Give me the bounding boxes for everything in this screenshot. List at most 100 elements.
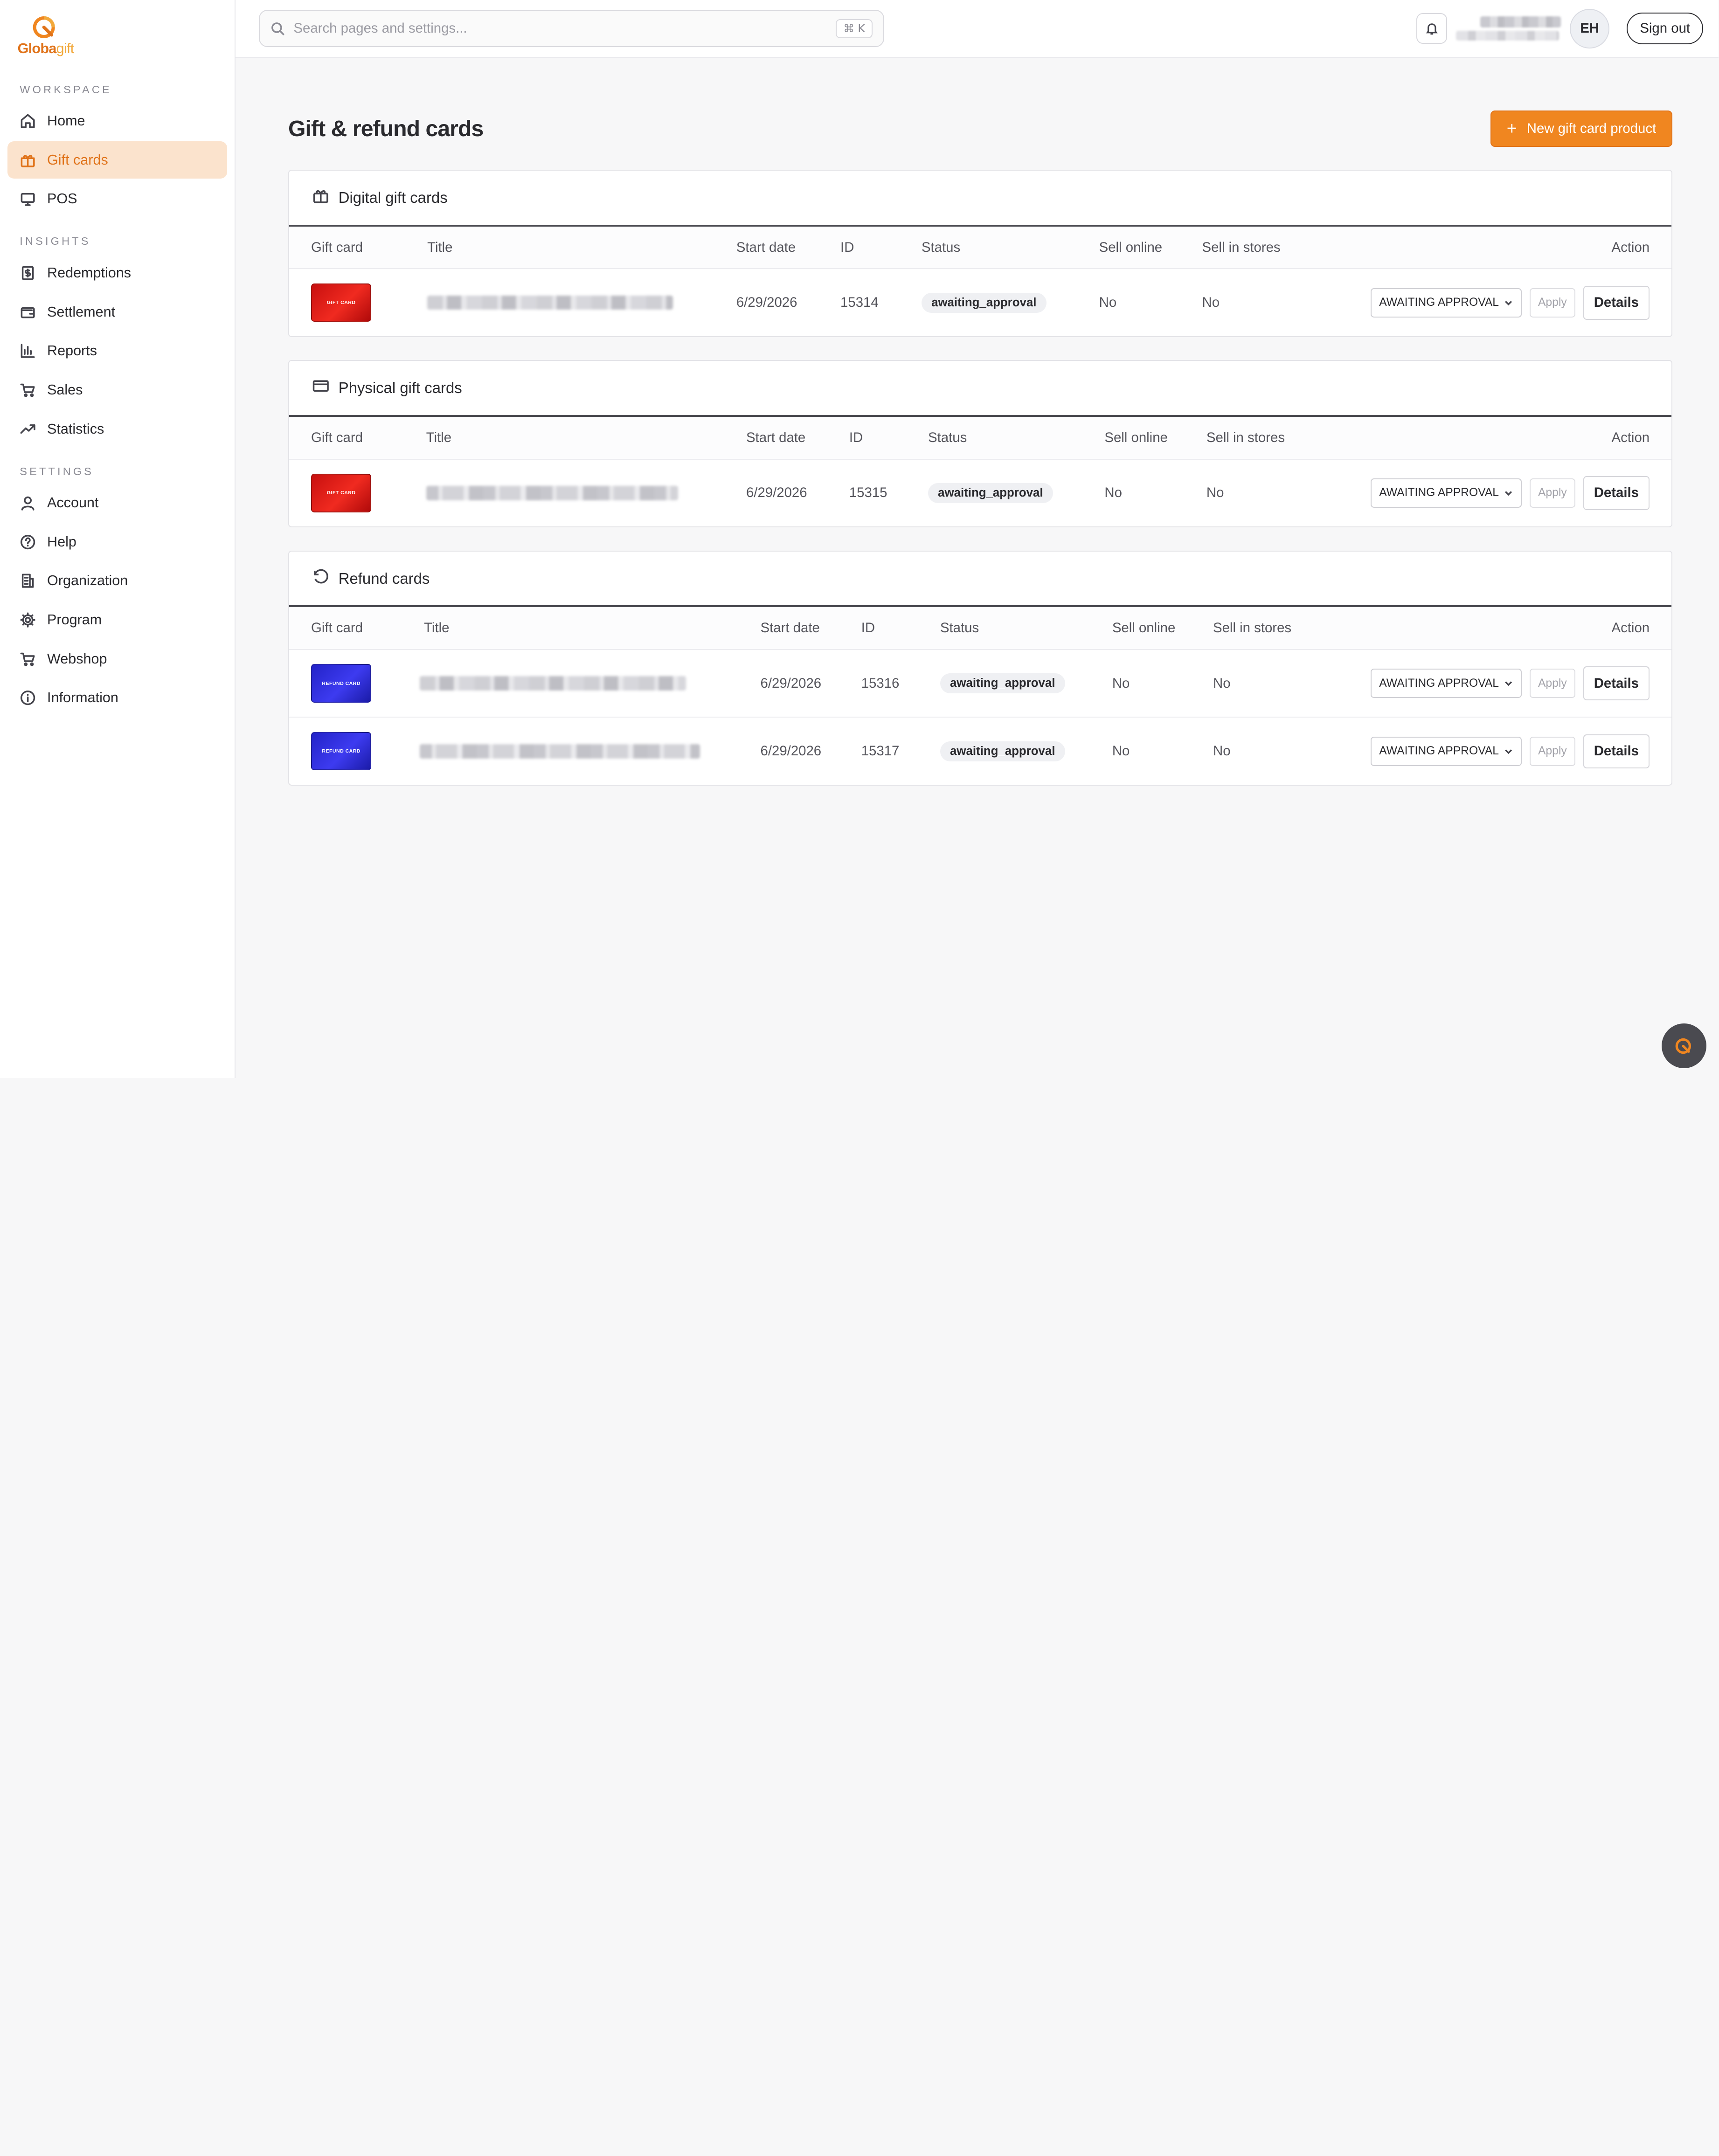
sidebar-item-label: Statistics: [47, 421, 104, 437]
refund-cards-panel: Refund cards Gift card Title Start date …: [288, 550, 1673, 786]
sidebar-item-account[interactable]: Account: [7, 484, 227, 522]
sidebar-item-statistics[interactable]: Statistics: [7, 410, 227, 448]
table-header: Gift card Title Start date ID Status Sel…: [289, 607, 1672, 649]
sign-out-button[interactable]: Sign out: [1627, 13, 1703, 45]
button-label: New gift card product: [1526, 121, 1657, 137]
col-gift-card: Gift card: [311, 429, 363, 445]
col-sell-in-stores: Sell in stores: [1213, 620, 1292, 636]
notifications-button[interactable]: [1416, 13, 1448, 44]
content: Gift & refund cards + New gift card prod…: [236, 58, 1719, 1078]
details-button[interactable]: Details: [1583, 476, 1650, 510]
col-id: ID: [861, 620, 875, 636]
details-button[interactable]: Details: [1583, 734, 1650, 768]
sidebar-item-reports[interactable]: Reports: [7, 332, 227, 370]
search-input[interactable]: [293, 21, 836, 37]
sidebar-item-redemptions[interactable]: Redemptions: [7, 255, 227, 292]
table-row: REFUND CARD 6/29/2026 15317 awaiting_app…: [289, 717, 1672, 785]
brand-name: Globagift: [17, 41, 75, 57]
col-title: Title: [427, 239, 453, 255]
col-start-date: Start date: [736, 239, 796, 255]
col-id: ID: [840, 239, 854, 255]
cart-icon: [20, 383, 35, 397]
col-sell-online: Sell online: [1104, 429, 1168, 445]
refund-card-thumbnail[interactable]: REFUND CARD: [311, 664, 372, 703]
redacted-title: [426, 486, 679, 500]
page-title: Gift & refund cards: [288, 116, 484, 142]
sidebar-item-label: Organization: [47, 573, 128, 589]
col-status: Status: [928, 429, 967, 445]
sidebar-item-information[interactable]: Information: [7, 679, 227, 717]
card-id: 15317: [861, 743, 900, 759]
rotate-ccw-icon: [314, 569, 329, 584]
details-button[interactable]: Details: [1583, 285, 1650, 320]
gift-card-thumbnail[interactable]: GIFT CARD: [311, 283, 372, 322]
status-badge: awaiting_approval: [928, 483, 1053, 503]
physical-gift-cards-panel: Physical gift cards Gift card Title Star…: [288, 360, 1673, 528]
sidebar-section-workspace: WORKSPACE: [20, 83, 112, 96]
status-select-value: AWAITING APPROVAL: [1379, 296, 1499, 309]
brand-logo[interactable]: Globagift: [7, 0, 227, 66]
status-select[interactable]: AWAITING APPROVAL: [1370, 288, 1522, 318]
row-actions: AWAITING APPROVAL Apply Details: [1370, 285, 1650, 320]
card-id: 15315: [849, 485, 887, 501]
home-icon: [21, 114, 35, 128]
sidebar-item-sales[interactable]: Sales: [7, 371, 227, 408]
topbar: ⌘ K EH Sign out: [236, 0, 1719, 58]
start-date: 6/29/2026: [736, 295, 797, 311]
sidebar-item-webshop[interactable]: Webshop: [7, 640, 227, 677]
sidebar: Globagift WORKSPACE Home Gift cards POS …: [0, 0, 236, 1078]
row-actions: AWAITING APPROVAL Apply Details: [1370, 666, 1650, 700]
sidebar-item-program[interactable]: Program: [7, 601, 227, 639]
sell-in-stores-value: No: [1202, 295, 1220, 311]
apply-button[interactable]: Apply: [1529, 668, 1576, 698]
status-select[interactable]: AWAITING APPROVAL: [1370, 478, 1522, 508]
trend-up-icon: [20, 424, 35, 434]
credit-card-icon: [313, 380, 329, 392]
sidebar-item-label: Sales: [47, 381, 83, 398]
apply-button[interactable]: Apply: [1529, 288, 1576, 318]
status-badge: awaiting_approval: [940, 741, 1065, 761]
details-button[interactable]: Details: [1583, 666, 1650, 700]
gift-icon: [21, 155, 35, 167]
app-shell: Globagift WORKSPACE Home Gift cards POS …: [0, 0, 1719, 1078]
chevron-down-icon: [1504, 749, 1512, 754]
support-chat-button[interactable]: [1661, 1023, 1706, 1069]
sidebar-item-settlement[interactable]: Settlement: [7, 293, 227, 331]
sidebar-item-organization[interactable]: Organization: [7, 562, 227, 600]
status-select[interactable]: AWAITING APPROVAL: [1370, 668, 1522, 698]
bar-chart-icon: [21, 344, 35, 358]
new-gift-card-product-button[interactable]: + New gift card product: [1490, 111, 1673, 147]
chevron-down-icon: [1504, 491, 1512, 496]
apply-button[interactable]: Apply: [1529, 478, 1576, 508]
sidebar-section-insights: INSIGHTS: [20, 235, 91, 248]
sidebar-item-pos[interactable]: POS: [7, 180, 227, 218]
status-select[interactable]: AWAITING APPROVAL: [1370, 736, 1522, 766]
sell-in-stores-value: No: [1213, 743, 1231, 759]
start-date: 6/29/2026: [760, 743, 822, 759]
gift-card-thumbnail[interactable]: GIFT CARD: [311, 474, 372, 512]
chevron-down-icon: [1504, 300, 1512, 305]
sell-online-value: No: [1099, 295, 1117, 311]
sidebar-item-gift-cards[interactable]: Gift cards: [7, 141, 227, 179]
apply-button[interactable]: Apply: [1529, 736, 1576, 766]
col-title: Title: [424, 620, 450, 636]
page-header: Gift & refund cards + New gift card prod…: [288, 111, 1673, 147]
sidebar-item-label: Information: [47, 690, 118, 706]
digital-gift-cards-panel: Digital gift cards Gift card Title Start…: [288, 170, 1673, 338]
gear-icon: [20, 612, 35, 628]
chevron-down-icon: [1504, 681, 1512, 686]
col-action: Action: [1611, 239, 1650, 255]
avatar[interactable]: EH: [1570, 8, 1609, 48]
col-id: ID: [849, 429, 863, 445]
col-start-date: Start date: [746, 429, 806, 445]
refund-card-thumbnail[interactable]: REFUND CARD: [311, 732, 372, 771]
table-row: GIFT CARD 6/29/2026 15314 awaiting_appro…: [289, 268, 1672, 336]
search-box[interactable]: ⌘ K: [258, 10, 885, 48]
wallet-icon: [21, 307, 35, 318]
sidebar-item-home[interactable]: Home: [7, 103, 227, 140]
start-date: 6/29/2026: [746, 485, 807, 501]
col-sell-in-stores: Sell in stores: [1206, 429, 1285, 445]
panel-header: Digital gift cards: [289, 171, 1672, 227]
sidebar-item-help[interactable]: Help: [7, 523, 227, 560]
sidebar-item-label: Settlement: [47, 304, 116, 320]
